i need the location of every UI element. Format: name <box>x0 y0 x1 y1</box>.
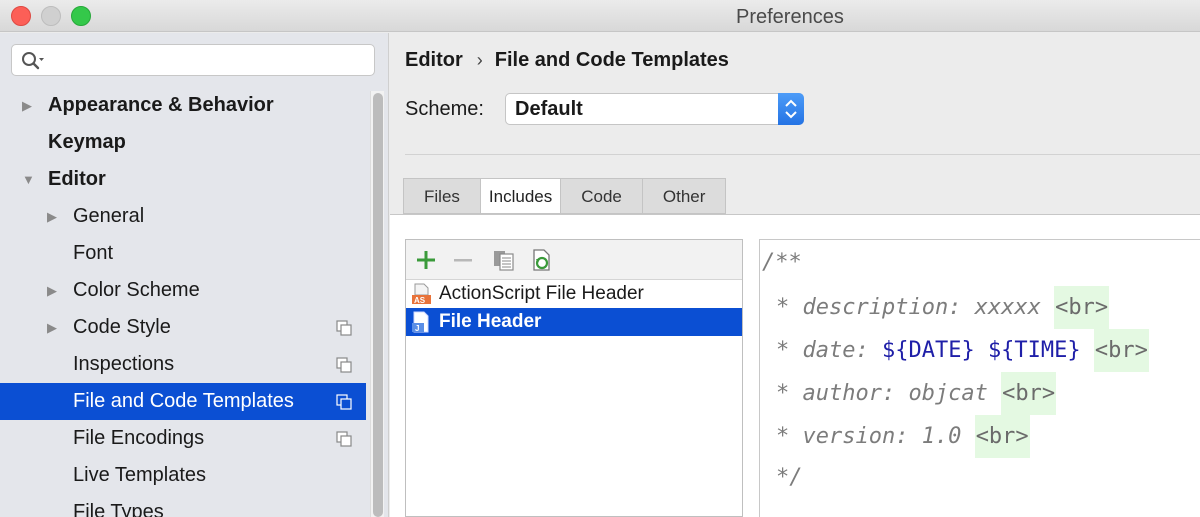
sidebar-item-live-templates[interactable]: Live Templates <box>0 457 366 494</box>
window-title: Preferences <box>736 6 844 28</box>
sidebar-item-code-style[interactable]: ▶ Code Style <box>0 309 366 346</box>
code-line-open: /** <box>762 243 802 283</box>
br-tag: <br> <box>1001 372 1057 415</box>
sidebar-item-appearance-behavior[interactable]: ▶ Appearance & Behavior <box>0 87 366 124</box>
breadcrumb-parent[interactable]: Editor <box>405 49 463 71</box>
copy-icon[interactable] <box>492 248 516 272</box>
sidebar-item-file-and-code-templates[interactable]: File and Code Templates <box>0 383 366 420</box>
svg-text:J: J <box>415 324 419 333</box>
tab-includes[interactable]: Includes <box>479 178 561 214</box>
sidebar-item-editor[interactable]: ▼ Editor <box>0 161 366 198</box>
code-line-date: * date: ${DATE} ${TIME} <br> <box>776 329 1149 372</box>
sidebar-item-label: Appearance & Behavior <box>48 94 274 116</box>
sidebar-item-inspections[interactable]: Inspections <box>0 346 366 383</box>
title-bar: Preferences <box>0 0 1200 32</box>
breadcrumb-separator-icon: › <box>476 50 483 70</box>
close-window-button[interactable] <box>11 6 31 26</box>
sidebar-item-label: Keymap <box>48 131 126 153</box>
expand-arrow-icon[interactable]: ▶ <box>47 272 61 309</box>
code-text: * description: xxxxx <box>776 295 1055 320</box>
sidebar-scroll-thumb[interactable] <box>373 93 383 517</box>
minimize-window-button[interactable] <box>41 6 61 26</box>
settings-content: Editor › File and Code Templates Scheme: D… <box>390 33 1200 517</box>
tab-other[interactable]: Other <box>641 178 727 214</box>
sidebar-item-color-scheme[interactable]: ▶ Color Scheme <box>0 272 366 309</box>
zoom-window-button[interactable] <box>71 6 91 26</box>
settings-search-input[interactable] <box>11 44 375 76</box>
sidebar-item-label: File Encodings <box>73 427 205 449</box>
sidebar-item-general[interactable]: ▶ General <box>0 198 366 235</box>
settings-sidebar: ▶ Appearance & Behavior Keymap ▼ Editor … <box>0 33 389 517</box>
actionscript-file-icon: AS <box>412 283 431 305</box>
svg-text:AS: AS <box>414 296 426 305</box>
java-file-icon: J <box>412 311 429 333</box>
sidebar-item-label: Editor <box>48 168 106 190</box>
reset-icon[interactable] <box>529 248 553 272</box>
expand-arrow-icon[interactable]: ▶ <box>47 198 61 235</box>
sidebar-item-label: Live Templates <box>73 464 207 486</box>
code-line-author: * author: objcat <br> <box>776 372 1057 415</box>
code-text: * author: objcat <box>776 381 1002 406</box>
code-line-version: * version: 1.0 <br> <box>776 415 1030 458</box>
project-settings-icon <box>336 320 352 336</box>
tab-code[interactable]: Code <box>560 178 642 214</box>
collapse-arrow-icon[interactable]: ▼ <box>22 161 36 198</box>
br-tag: <br> <box>1054 286 1110 329</box>
sidebar-item-font[interactable]: Font <box>0 235 366 272</box>
time-macro: ${TIME} <box>987 338 1081 363</box>
sidebar-item-label: File Types <box>73 501 164 517</box>
scheme-select[interactable]: Default <box>505 93 804 125</box>
expand-arrow-icon[interactable]: ▶ <box>47 309 61 346</box>
minus-icon[interactable] <box>451 248 475 272</box>
sidebar-item-label: Code Style <box>73 316 171 338</box>
template-list-panel: AS ActionScript File Header J File Heade… <box>405 239 743 517</box>
sidebar-item-label: Inspections <box>73 353 175 375</box>
template-code-editor[interactable]: /** * description: xxxxx <br> * date: ${… <box>759 239 1200 517</box>
template-tabs: Files Includes Code Other <box>403 178 727 214</box>
template-item-actionscript-file-header[interactable]: AS ActionScript File Header <box>406 280 742 308</box>
breadcrumb: Editor › File and Code Templates <box>405 49 729 72</box>
expand-arrow-icon[interactable]: ▶ <box>22 87 36 124</box>
template-item-label: ActionScript File Header <box>439 283 644 304</box>
project-settings-icon <box>336 357 352 373</box>
sidebar-scrollbar[interactable] <box>370 91 384 517</box>
search-icon <box>22 52 44 70</box>
code-text: /** <box>762 250 802 275</box>
sidebar-item-label: File and Code Templates <box>73 390 294 412</box>
settings-tree: ▶ Appearance & Behavior Keymap ▼ Editor … <box>0 87 366 517</box>
sidebar-item-label: General <box>73 205 145 227</box>
sidebar-item-file-types[interactable]: File Types <box>0 494 366 517</box>
br-tag: <br> <box>1093 329 1149 372</box>
scheme-label: Scheme: <box>405 98 484 120</box>
code-text: * date: <box>776 338 882 363</box>
tab-files[interactable]: Files <box>403 178 480 214</box>
section-separator <box>405 154 1200 155</box>
select-stepper-icon[interactable] <box>778 93 804 125</box>
sidebar-item-label: Font <box>73 242 114 264</box>
scheme-selected-value: Default <box>515 98 583 120</box>
sidebar-item-file-encodings[interactable]: File Encodings <box>0 420 366 457</box>
template-list-toolbar <box>406 240 742 280</box>
includes-tab-panel: AS ActionScript File Header J File Heade… <box>390 215 1200 517</box>
breadcrumb-current: File and Code Templates <box>494 49 729 71</box>
code-line-description: * description: xxxxx <br> <box>776 286 1110 329</box>
code-text: * version: 1.0 <box>776 424 975 449</box>
template-item-file-header[interactable]: J File Header <box>406 308 742 336</box>
br-tag: <br> <box>974 415 1030 458</box>
code-text: */ <box>776 465 803 490</box>
project-settings-icon <box>336 394 352 410</box>
date-macro: ${DATE} <box>881 338 975 363</box>
plus-icon[interactable] <box>414 248 438 272</box>
project-settings-icon <box>336 431 352 447</box>
sidebar-item-keymap[interactable]: Keymap <box>0 124 366 161</box>
sidebar-item-label: Color Scheme <box>73 279 200 301</box>
code-line-close: */ <box>776 458 803 498</box>
template-item-label: File Header <box>439 311 542 332</box>
